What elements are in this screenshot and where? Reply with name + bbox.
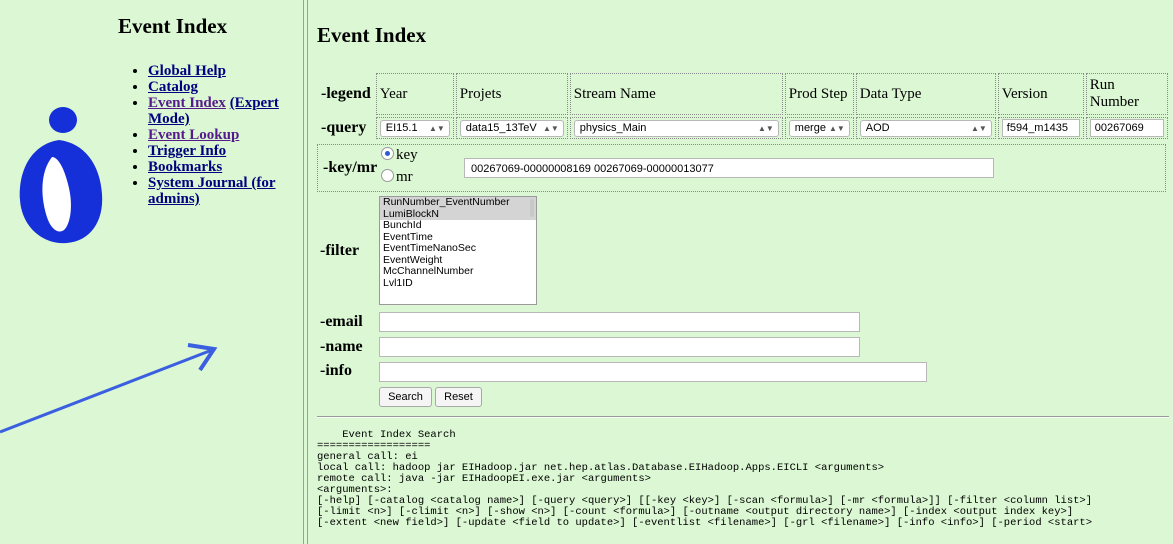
email-label: -email [320,313,363,330]
stream-select[interactable]: physics_Main ▲▼ [573,119,779,137]
project-select[interactable]: data15_13TeV ▲▼ [459,119,564,137]
info-label: -info [320,362,352,379]
key-input[interactable]: 00267069-00000008169 00267069-0000001307… [464,158,994,178]
col-data-type: Data Type [855,73,996,115]
query-table: -legend Year Projets Stream Name Prod St… [317,71,1170,141]
reset-button[interactable]: Reset [435,387,482,407]
nav-catalog[interactable]: Catalog [148,79,198,95]
event-index-logo [19,107,103,244]
filter-option[interactable]: McChannelNumber [380,265,536,278]
name-label: -name [320,338,363,355]
filter-option[interactable]: Lvl1ID [380,277,536,290]
nav-global-help[interactable]: Global Help [148,63,226,79]
frame-divider[interactable] [303,0,308,544]
nav-trigger-info[interactable]: Trigger Info [148,143,226,159]
listbox-scrollbar[interactable] [530,199,534,217]
col-projects: Projets [455,73,568,115]
sidebar-nav: Global Help Catalog Event Index (Expert … [128,63,308,207]
query-label: -query [321,119,367,136]
filter-listbox[interactable]: RunNumber_EventNumber LumiBlockN BunchId… [379,196,537,305]
radio-empty-icon [381,169,394,182]
version-input[interactable]: f594_m1435 [1001,119,1080,137]
legend-label: -legend [321,85,371,102]
sidebar-title: Event Index [118,14,228,38]
sidebar: Event Index Global Help Catalog Event In… [0,0,303,544]
filter-option[interactable]: BunchId [380,219,536,232]
nav-event-lookup[interactable]: Event Lookup [148,127,239,143]
main-panel: Event Index -legend Year Projets Stream … [310,0,1173,544]
col-version: Version [997,73,1084,115]
info-field[interactable] [379,362,927,382]
key-mr-label: -key/mr [323,159,378,176]
mr-radio[interactable]: mr [381,169,413,186]
annotation-arrow-icon [0,343,218,434]
key-mr-section: -key/mr key mr 00267069-00000008169 0026… [317,144,1166,192]
page-title: Event Index [317,23,427,47]
run-number-input[interactable]: 00267069 [1089,119,1164,137]
select-arrows-icon: ▲▼ [757,123,774,133]
radio-selected-icon [381,147,394,160]
col-prod-step: Prod Step [784,73,854,115]
col-stream-name: Stream Name [569,73,783,115]
year-select[interactable]: EI15.1 ▲▼ [379,119,450,137]
select-arrows-icon: ▲▼ [970,123,987,133]
help-text: Event Index Search ================== ge… [317,429,1093,529]
select-arrows-icon: ▲▼ [542,123,559,133]
select-arrows-icon: ▲▼ [828,123,845,133]
filter-option[interactable]: EventTimeNanoSec [380,242,536,255]
filter-label: -filter [320,242,360,259]
nav-bookmarks[interactable]: Bookmarks [148,159,222,175]
nav-system-journal[interactable]: System Journal (for admins) [148,175,276,207]
data-type-select[interactable]: AOD ▲▼ [859,119,992,137]
email-field[interactable] [379,312,860,332]
select-arrows-icon: ▲▼ [428,123,445,133]
col-run-number: Run Number [1085,73,1168,115]
prod-step-select[interactable]: merge ▲▼ [788,119,850,137]
nav-event-index[interactable]: Event Index [148,95,226,111]
filter-option[interactable]: RunNumber_EventNumber [380,197,536,209]
search-button[interactable]: Search [379,387,432,407]
key-radio[interactable]: key [381,147,418,164]
name-field[interactable] [379,337,860,357]
col-year: Year [375,73,454,115]
section-divider [317,416,1169,418]
